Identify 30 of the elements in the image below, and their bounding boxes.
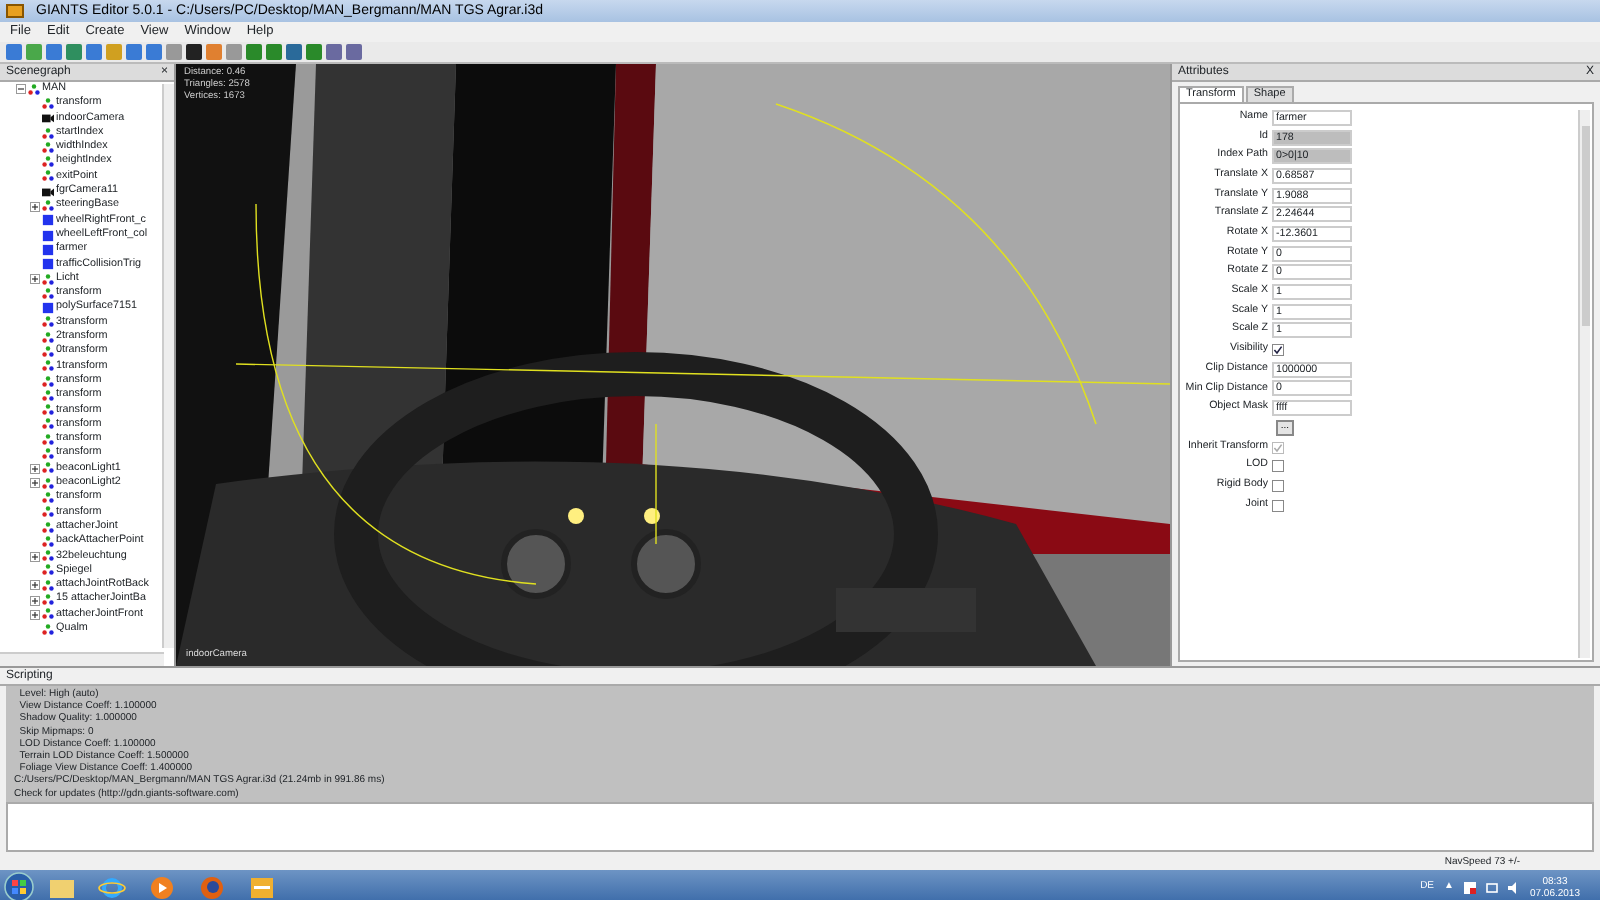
transform-icon [42, 200, 54, 213]
scrollbar[interactable] [0, 652, 164, 666]
expand-toggle[interactable] [30, 595, 40, 606]
scrollbar[interactable] [162, 84, 174, 648]
firefox-icon[interactable] [198, 873, 226, 900]
checkbox[interactable] [1272, 479, 1284, 492]
camera-icon [42, 185, 54, 198]
expand-toggle[interactable] [30, 478, 40, 489]
camera-icon [42, 112, 54, 125]
app-icon [6, 4, 24, 18]
app-icon[interactable] [248, 873, 276, 900]
expand-toggle[interactable] [30, 274, 40, 284]
speaker-icon[interactable] [1507, 881, 1520, 893]
cube-icon [42, 302, 54, 315]
checkbox[interactable] [1272, 344, 1284, 357]
expand-toggle[interactable] [30, 201, 40, 212]
network-icon[interactable] [1485, 881, 1498, 893]
expand-toggle[interactable] [30, 463, 40, 474]
flag-icon[interactable] [1463, 881, 1476, 893]
checkbox[interactable] [1272, 460, 1284, 473]
scrollbar[interactable] [1578, 110, 1590, 658]
script-input-field[interactable] [6, 802, 1594, 852]
start-button[interactable] [4, 872, 34, 900]
expand-toggle[interactable] [30, 609, 40, 620]
checkbox[interactable] [1272, 499, 1284, 512]
browser-icon[interactable] [98, 873, 126, 900]
collapse-toggle[interactable] [16, 84, 26, 95]
expand-toggle[interactable] [30, 580, 40, 591]
expand-toggle[interactable] [30, 551, 40, 562]
media-player-icon[interactable] [148, 873, 176, 900]
